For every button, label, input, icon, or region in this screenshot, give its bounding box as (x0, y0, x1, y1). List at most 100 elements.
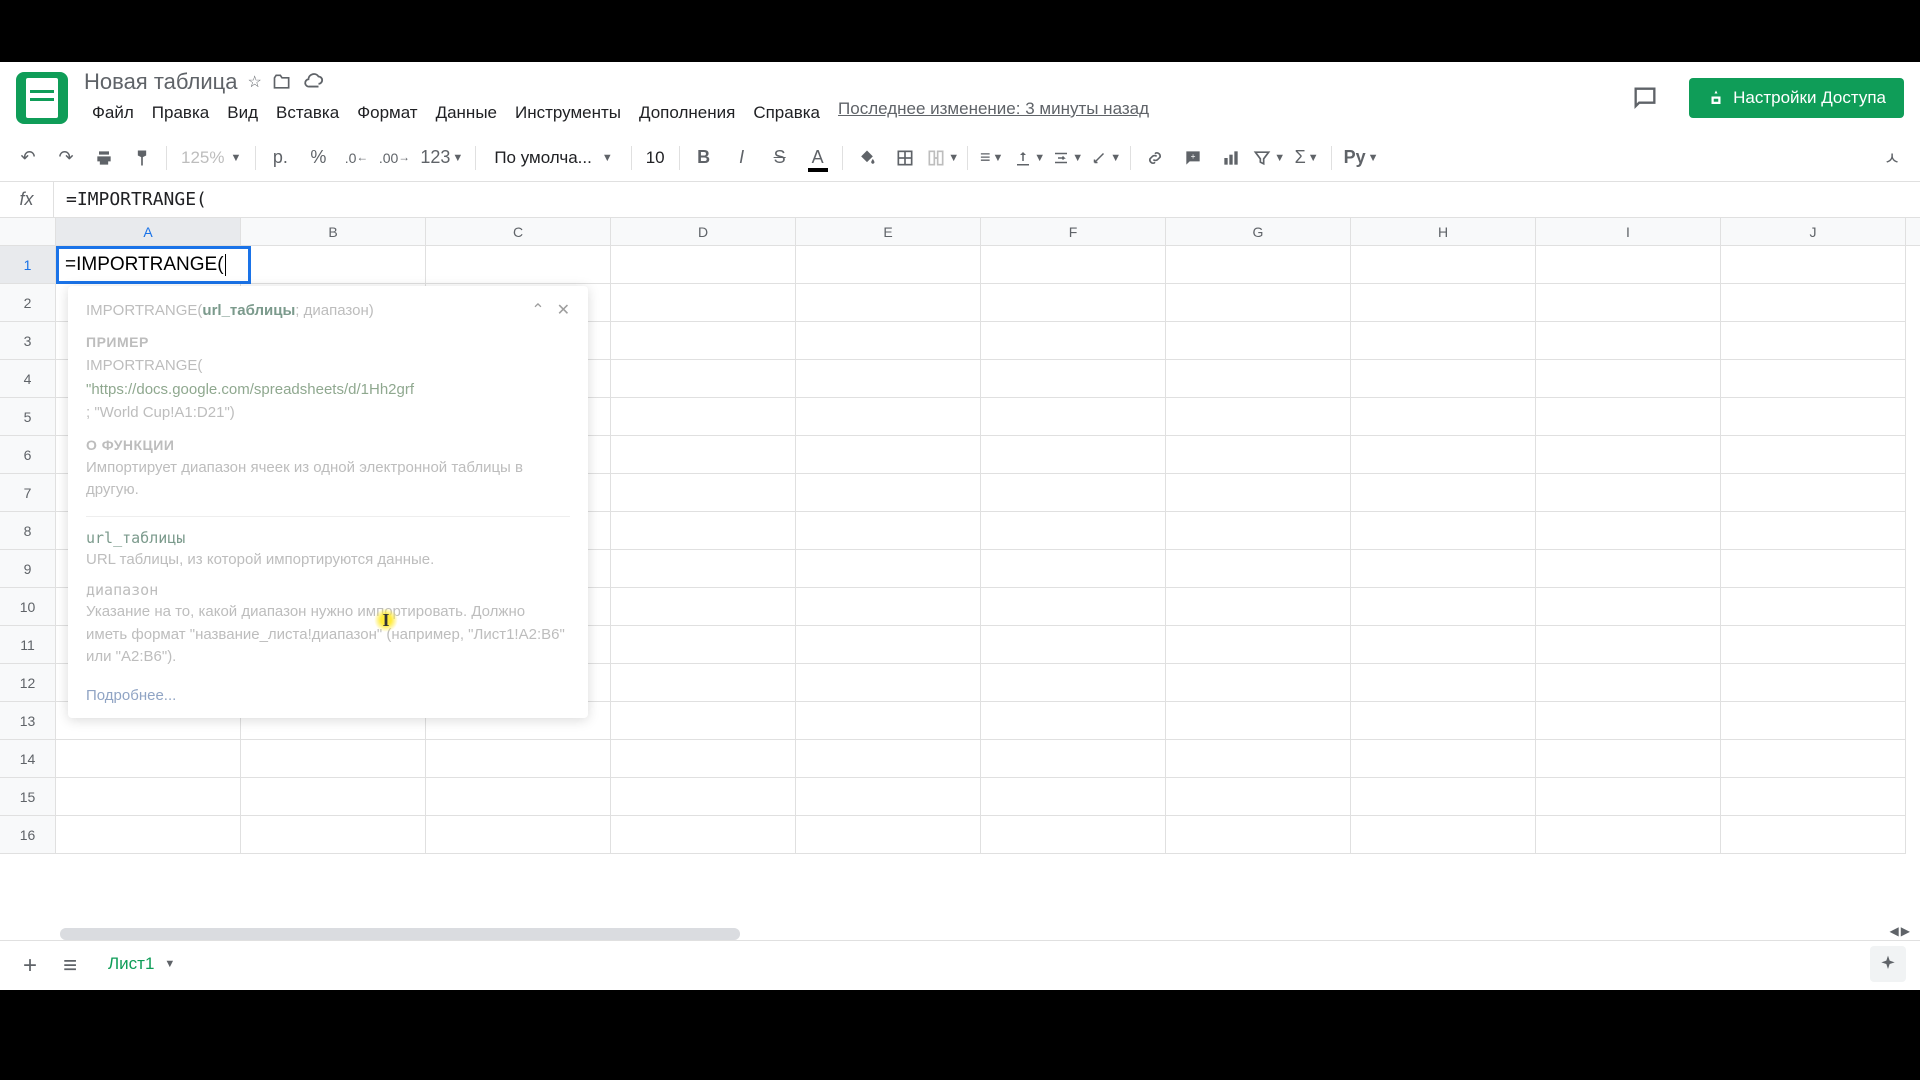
cell[interactable] (796, 284, 981, 322)
cell[interactable] (611, 550, 796, 588)
cell[interactable] (1721, 550, 1906, 588)
menu-insert[interactable]: Вставка (268, 99, 347, 127)
col-header-h[interactable]: H (1351, 218, 1536, 245)
cell[interactable] (241, 740, 426, 778)
cell[interactable] (1721, 816, 1906, 854)
cell[interactable] (981, 778, 1166, 816)
cell[interactable] (796, 740, 981, 778)
cell[interactable] (1721, 322, 1906, 360)
cell[interactable] (1351, 398, 1536, 436)
cell[interactable] (1351, 436, 1536, 474)
select-all-corner[interactable] (0, 218, 56, 245)
cell[interactable] (1166, 474, 1351, 512)
collapse-toolbar-button[interactable]: ㅅ (1874, 140, 1910, 176)
borders-button[interactable] (887, 140, 923, 176)
cell[interactable] (1536, 474, 1721, 512)
cell[interactable] (1721, 702, 1906, 740)
cell[interactable] (796, 474, 981, 512)
tooltip-collapse-icon[interactable]: ⌃ (531, 300, 544, 320)
cell[interactable] (981, 474, 1166, 512)
cell[interactable] (1721, 474, 1906, 512)
cell[interactable] (1721, 740, 1906, 778)
cell[interactable] (611, 740, 796, 778)
cell[interactable] (1721, 664, 1906, 702)
cell[interactable] (1536, 588, 1721, 626)
cell[interactable] (426, 740, 611, 778)
menu-data[interactable]: Данные (428, 99, 505, 127)
menu-view[interactable]: Вид (219, 99, 266, 127)
cell[interactable] (1166, 588, 1351, 626)
cell[interactable] (1721, 512, 1906, 550)
cell[interactable] (1166, 702, 1351, 740)
cell[interactable] (1166, 398, 1351, 436)
cell[interactable] (1351, 702, 1536, 740)
menu-tools[interactable]: Инструменты (507, 99, 629, 127)
cells-area[interactable]: =IMPORTRANGE( IMPORTRANGE(url_таблицы; д… (56, 246, 1920, 854)
cell[interactable] (1351, 664, 1536, 702)
scroll-nav-arrows[interactable]: ◀▶ (1890, 924, 1910, 938)
row-header-9[interactable]: 9 (0, 550, 55, 588)
cell[interactable] (611, 512, 796, 550)
text-color-button[interactable]: A (800, 140, 836, 176)
cell[interactable] (1351, 778, 1536, 816)
row-header-8[interactable]: 8 (0, 512, 55, 550)
cell[interactable] (981, 360, 1166, 398)
cell[interactable] (611, 474, 796, 512)
cell[interactable] (1351, 740, 1536, 778)
col-header-f[interactable]: F (981, 218, 1166, 245)
cell[interactable] (1721, 360, 1906, 398)
cell[interactable] (611, 398, 796, 436)
font-select[interactable]: По умолча...▼ (482, 148, 624, 168)
functions-button[interactable]: Σ▼ (1289, 140, 1325, 176)
cell[interactable] (426, 778, 611, 816)
sheets-logo[interactable] (16, 72, 68, 124)
currency-button[interactable]: р. (262, 140, 298, 176)
row-header-15[interactable]: 15 (0, 778, 55, 816)
valign-button[interactable]: ▼ (1012, 140, 1048, 176)
cell[interactable] (1351, 284, 1536, 322)
row-header-12[interactable]: 12 (0, 664, 55, 702)
col-header-c[interactable]: C (426, 218, 611, 245)
cell[interactable] (1721, 246, 1906, 284)
cloud-status-icon[interactable] (302, 71, 324, 93)
cell[interactable] (611, 626, 796, 664)
cell[interactable] (796, 664, 981, 702)
explore-button[interactable] (1870, 946, 1906, 982)
row-header-16[interactable]: 16 (0, 816, 55, 854)
cell[interactable] (1166, 778, 1351, 816)
cell[interactable] (1536, 664, 1721, 702)
cell[interactable] (981, 816, 1166, 854)
add-sheet-button[interactable]: + (10, 946, 50, 986)
font-size-select[interactable]: 10 (638, 148, 673, 168)
row-header-14[interactable]: 14 (0, 740, 55, 778)
cell[interactable] (796, 246, 981, 284)
cell[interactable] (981, 550, 1166, 588)
col-header-d[interactable]: D (611, 218, 796, 245)
sheet-tab-1[interactable]: Лист1 ▼ (90, 944, 193, 987)
cell[interactable] (1536, 550, 1721, 588)
cell[interactable] (1351, 474, 1536, 512)
cell[interactable] (1721, 436, 1906, 474)
link-button[interactable] (1137, 140, 1173, 176)
halign-button[interactable]: ≡▼ (974, 140, 1010, 176)
undo-button[interactable]: ↶ (10, 140, 46, 176)
cell[interactable] (611, 664, 796, 702)
cell[interactable] (611, 702, 796, 740)
horizontal-scrollbar[interactable] (60, 928, 740, 940)
row-header-5[interactable]: 5 (0, 398, 55, 436)
sheet-tab-menu-icon[interactable]: ▼ (164, 958, 175, 970)
formula-input[interactable]: =IMPORTRANGE( (54, 189, 1920, 210)
row-header-3[interactable]: 3 (0, 322, 55, 360)
cell[interactable] (241, 246, 426, 284)
cell[interactable] (1536, 740, 1721, 778)
cell[interactable] (1536, 512, 1721, 550)
cell[interactable] (981, 436, 1166, 474)
cell[interactable] (241, 778, 426, 816)
cell[interactable] (1721, 398, 1906, 436)
menu-file[interactable]: Файл (84, 99, 142, 127)
italic-button[interactable]: I (724, 140, 760, 176)
cell[interactable] (426, 246, 611, 284)
cell[interactable] (1721, 284, 1906, 322)
cell[interactable] (56, 778, 241, 816)
cell[interactable] (611, 246, 796, 284)
